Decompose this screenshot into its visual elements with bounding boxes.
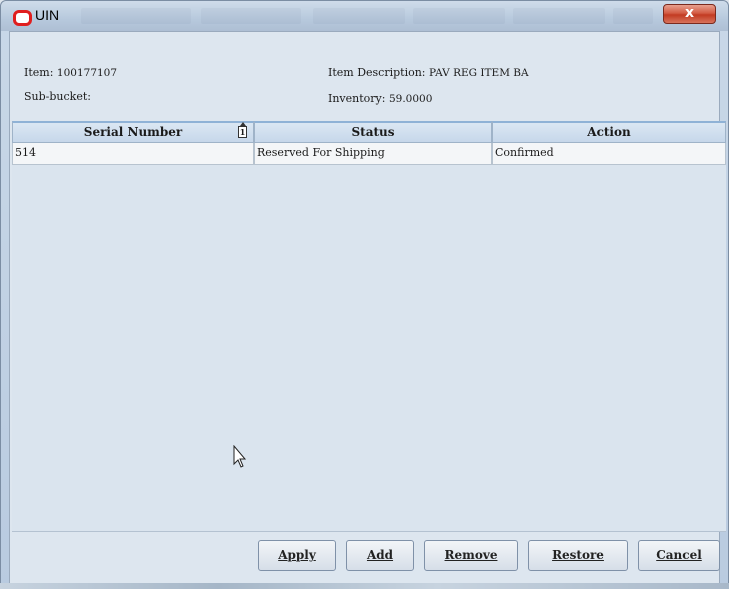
taskbar-strip <box>0 583 729 589</box>
inventory-value: 59.0000 <box>388 93 433 105</box>
table-header: Serial Number 1 Status Action <box>12 121 726 143</box>
sort-ascending-icon: 1 <box>238 122 247 138</box>
table-scroll-area[interactable] <box>12 121 726 532</box>
divider <box>12 531 726 532</box>
item-description-label: Item Description: <box>328 66 426 79</box>
add-button[interactable]: Add <box>346 540 414 571</box>
close-button[interactable]: x <box>663 4 716 24</box>
uin-table: Serial Number 1 Status Action 514 Reserv… <box>12 121 726 165</box>
cancel-button[interactable]: Cancel <box>638 540 720 571</box>
cell-action[interactable]: Confirmed <box>492 143 726 165</box>
background-tab <box>313 8 405 24</box>
inventory-label: Inventory: <box>328 92 386 105</box>
item-value: 100177107 <box>56 67 118 79</box>
item-description-field: Item Description: PAV REG ITEM BA <box>328 66 529 79</box>
background-tab <box>613 8 653 24</box>
table-row[interactable]: 514 Reserved For Shipping Confirmed <box>12 143 726 165</box>
item-label: Item: <box>24 66 54 79</box>
background-tab <box>201 8 301 24</box>
column-header-serial-number[interactable]: Serial Number 1 <box>12 121 254 143</box>
item-description-value: PAV REG ITEM BA <box>429 67 529 79</box>
background-tab <box>413 8 505 24</box>
oracle-logo-icon <box>13 10 32 26</box>
mouse-pointer-icon <box>233 445 247 468</box>
background-tab <box>513 8 605 24</box>
item-field: Item: 100177107 <box>24 66 117 79</box>
background-tab <box>81 8 191 24</box>
sub-bucket-label: Sub-bucket: <box>24 90 91 103</box>
column-header-status[interactable]: Status <box>254 121 492 143</box>
column-header-action[interactable]: Action <box>492 121 726 143</box>
title-bar[interactable]: UIN x <box>1 1 728 31</box>
cell-status[interactable]: Reserved For Shipping <box>254 143 492 165</box>
close-icon: x <box>684 5 695 21</box>
apply-button[interactable]: Apply <box>258 540 336 571</box>
cell-serial-number[interactable]: 514 <box>12 143 254 165</box>
remove-button[interactable]: Remove <box>424 540 518 571</box>
window-title: UIN <box>35 7 60 23</box>
inventory-field: Inventory: 59.0000 <box>328 92 432 105</box>
restore-button[interactable]: Restore <box>528 540 628 571</box>
